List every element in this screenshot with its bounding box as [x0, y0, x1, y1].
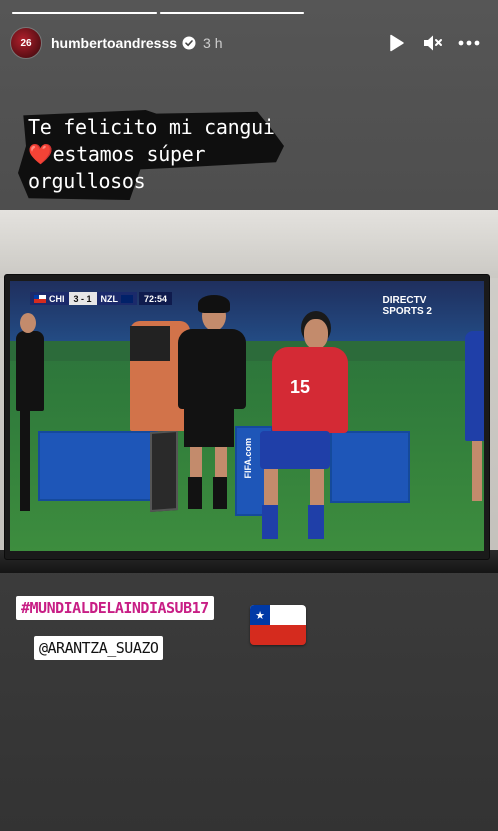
chile-flag-icon	[34, 294, 46, 303]
caption-line-text: estamos súper	[52, 142, 206, 166]
match-score: 3 - 1	[68, 292, 97, 305]
player-sock	[262, 505, 278, 539]
username[interactable]: humbertoandresss	[51, 35, 177, 51]
television: CHI 3 - 1 NZL 72:54 DIRECTV SPORTS 2 FIF…	[4, 274, 490, 560]
player-right-leg	[472, 441, 482, 501]
story-progress	[12, 12, 304, 14]
player-right	[465, 331, 484, 441]
player-shorts	[260, 431, 330, 469]
player-sock	[308, 505, 324, 539]
referee-hair	[198, 295, 230, 313]
tv-screen: CHI 3 - 1 NZL 72:54 DIRECTV SPORTS 2 FIF…	[10, 281, 484, 551]
story-caption: Te felicito mi cangui ❤️estamos súper or…	[18, 110, 288, 200]
verified-badge-icon	[182, 36, 196, 50]
jersey-number: 15	[290, 377, 311, 397]
heart-icon: ❤️	[28, 142, 53, 166]
player-shirt: 15	[272, 347, 348, 433]
story-header: 26 humbertoandresss 3 h	[10, 26, 486, 60]
pitch-edge	[10, 341, 484, 361]
away-team: NZL	[96, 292, 138, 305]
caption-line: ❤️estamos súper	[28, 141, 278, 168]
referee-shorts	[184, 407, 234, 447]
referee-shirt	[178, 329, 246, 409]
hashtag-sticker[interactable]: #MUNDIALDELAINDIASUB17	[16, 596, 214, 620]
referee-leg	[190, 447, 202, 477]
avatar-badge: 26	[20, 37, 32, 49]
substitution-board	[150, 430, 178, 512]
chile-flag-sticker[interactable]: ★	[250, 605, 306, 645]
player-leg	[310, 469, 324, 505]
home-team: CHI	[30, 292, 69, 305]
nz-flag-icon	[121, 294, 134, 303]
post-time: 3 h	[203, 35, 223, 51]
match-clock: 72:54	[139, 292, 173, 305]
progress-segment	[159, 12, 304, 14]
mention-sticker[interactable]: @ARANTZA_SUAZO	[34, 636, 164, 660]
mute-button[interactable]	[416, 28, 450, 58]
channel-logo: DIRECTV SPORTS 2	[382, 295, 432, 317]
player-left-head	[20, 313, 36, 333]
flag-star-icon: ★	[250, 605, 270, 625]
ad-board	[38, 431, 158, 501]
more-icon	[458, 40, 480, 46]
story-photo: CHI 3 - 1 NZL 72:54 DIRECTV SPORTS 2 FIF…	[0, 210, 498, 573]
caption-line: orgullosos	[28, 169, 146, 193]
camera	[130, 326, 170, 361]
progress-segment	[12, 12, 157, 14]
play-icon	[390, 34, 404, 52]
referee-sock	[213, 477, 227, 509]
avatar[interactable]: 26	[10, 27, 42, 59]
scoreboard: CHI 3 - 1 NZL 72:54	[30, 292, 173, 305]
more-options-button[interactable]	[452, 28, 486, 58]
wall	[0, 210, 498, 278]
story-viewer[interactable]: 26 humbertoandresss 3 h Te felicito mi c…	[0, 0, 498, 831]
player-leg	[264, 469, 278, 505]
flag-red	[250, 625, 306, 645]
player-head	[304, 319, 328, 349]
referee-sock	[188, 477, 202, 509]
caption-text: Te felicito mi cangui ❤️estamos súper or…	[18, 110, 288, 195]
referee-leg	[215, 447, 227, 477]
player-left-legs	[20, 411, 30, 511]
board-text: FIFA.com	[243, 438, 253, 479]
play-button[interactable]	[380, 28, 414, 58]
mute-icon	[424, 35, 442, 51]
ad-board	[330, 431, 410, 503]
player-left	[16, 331, 44, 411]
caption-line: Te felicito mi cangui	[28, 115, 275, 139]
